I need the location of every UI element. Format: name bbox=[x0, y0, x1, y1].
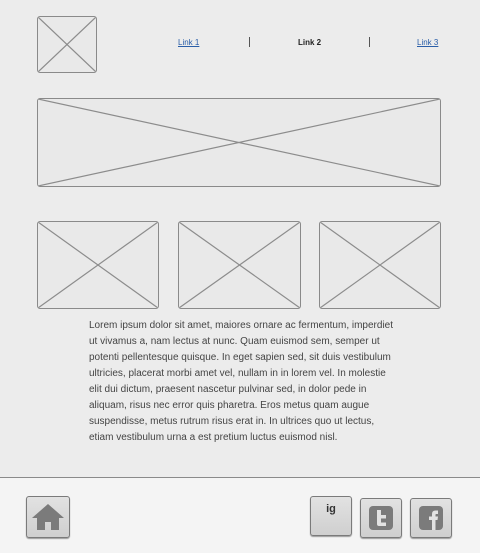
nav-link-1[interactable]: Link 1 bbox=[178, 38, 199, 47]
facebook-button[interactable] bbox=[410, 498, 452, 538]
twitter-button[interactable] bbox=[360, 498, 402, 538]
nav-link-2[interactable]: Link 2 bbox=[298, 38, 321, 47]
nav-separator bbox=[369, 37, 370, 47]
home-icon bbox=[32, 504, 64, 530]
twitter-icon bbox=[369, 506, 393, 530]
logo-image-placeholder bbox=[37, 16, 97, 73]
thumbnail-image-3 bbox=[319, 221, 441, 309]
footer-bar: ig bbox=[0, 477, 480, 553]
body-paragraph: Lorem ipsum dolor sit amet, maiores orna… bbox=[89, 318, 395, 452]
home-button[interactable] bbox=[26, 496, 70, 538]
instagram-icon: ig bbox=[326, 503, 336, 515]
hero-image-placeholder bbox=[37, 98, 441, 187]
nav-link-3[interactable]: Link 3 bbox=[417, 38, 438, 47]
facebook-icon bbox=[419, 506, 443, 530]
thumbnail-image-1 bbox=[37, 221, 159, 309]
nav-separator bbox=[249, 37, 250, 47]
instagram-button[interactable]: ig bbox=[310, 496, 352, 536]
thumbnail-image-2 bbox=[178, 221, 301, 309]
